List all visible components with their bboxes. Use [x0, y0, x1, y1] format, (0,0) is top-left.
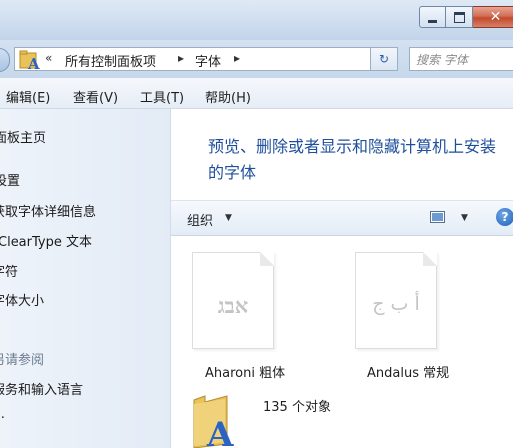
help-icon[interactable]: ? [496, 208, 513, 226]
organize-button[interactable]: 组织 [187, 210, 213, 229]
view-options-icon[interactable] [430, 211, 445, 223]
font-settings-link[interactable]: 设置 [0, 170, 20, 189]
font-name-label[interactable]: Andalus 常规 [367, 362, 449, 381]
menu-help[interactable]: 帮助(H) [205, 87, 251, 106]
refresh-button[interactable]: ↻ [370, 47, 398, 71]
text-services-link[interactable]: 服务和输入语言 [0, 379, 83, 398]
chevron-right-icon[interactable]: ▸ [178, 51, 184, 65]
svg-text:A: A [27, 55, 40, 70]
breadcrumb-fonts[interactable]: 字体 [195, 51, 221, 70]
menu-tools[interactable]: 工具(T) [140, 87, 184, 106]
svg-text:A: A [206, 415, 234, 448]
get-font-info-link[interactable]: 获取字体详细信息 [0, 201, 96, 220]
task-pane: 面板主页 设置 获取字体详细信息 ClearType 文本 字符 字体大小 另请… [0, 109, 171, 448]
fonts-folder-icon: A [193, 395, 234, 448]
cleartype-link[interactable]: ClearType 文本 [0, 231, 92, 250]
close-button[interactable]: ✕ [473, 6, 513, 28]
menu-edit[interactable]: 编辑(E) [6, 87, 50, 106]
chevron-down-icon[interactable]: ▼ [225, 213, 232, 223]
find-character-link[interactable]: 字符 [0, 261, 18, 280]
refresh-icon: ↻ [378, 52, 390, 66]
item-count: 135 个对象 [263, 400, 331, 415]
minimize-icon [428, 19, 437, 23]
menu-view[interactable]: 查看(V) [73, 87, 118, 106]
chevron-right-icon[interactable]: ▸ [234, 51, 240, 65]
font-sample: أ ب ج [372, 293, 420, 315]
search-input[interactable] [414, 50, 513, 70]
menu-bar: 编辑(E) 查看(V) 工具(T) 帮助(H) [0, 78, 513, 109]
breadcrumb-overflow[interactable]: « [45, 51, 52, 65]
breadcrumb-control-panel[interactable]: 所有控制面板项 [65, 51, 156, 70]
maximize-button[interactable] [446, 6, 473, 28]
search-box[interactable] [409, 47, 513, 71]
font-name-label[interactable]: Aharoni 粗体 [205, 362, 285, 381]
maximize-icon [453, 11, 465, 23]
address-row: A « 所有控制面板项 ▸ 字体 ▸ ▼ ↻ [0, 40, 513, 78]
see-also-heading: 另请参阅 [0, 353, 45, 368]
back-button[interactable] [0, 48, 10, 72]
font-size-link[interactable]: 字体大小 [0, 290, 44, 309]
minimize-button[interactable] [419, 6, 446, 28]
font-tile-andalus[interactable]: أ ب ج [355, 252, 437, 349]
close-icon: ✕ [489, 9, 502, 25]
font-tile-aharoni[interactable]: אבג [192, 252, 274, 349]
control-panel-home-link[interactable]: 面板主页 [0, 127, 46, 146]
title-bar: ✕ [0, 0, 513, 40]
command-bar: 组织 ▼ ▼ ? [171, 200, 513, 236]
chevron-down-icon[interactable]: ▼ [461, 213, 468, 223]
font-sample: אבג [217, 293, 249, 318]
partial-link[interactable]: … [0, 407, 5, 422]
fonts-folder-icon: A [19, 50, 40, 70]
page-heading: 预览、删除或者显示和隐藏计算机上安装的字体 [208, 137, 497, 182]
address-bar[interactable]: A « 所有控制面板项 ▸ 字体 ▸ ▼ [14, 47, 396, 71]
